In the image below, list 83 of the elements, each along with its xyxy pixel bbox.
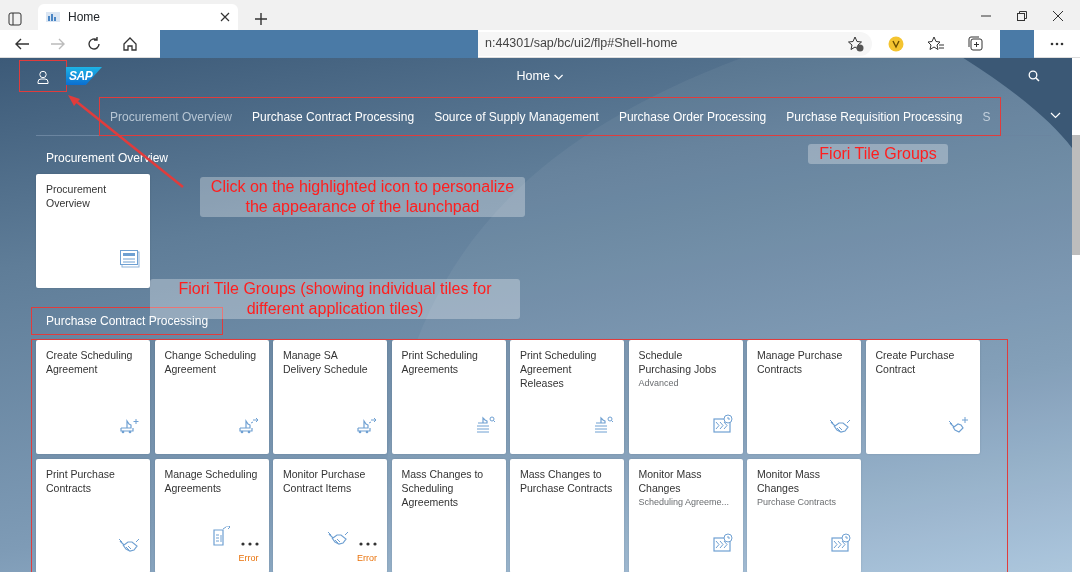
more-icon[interactable] [240,541,259,546]
tile-title: Manage Purchase Contracts [757,348,844,376]
tile-title: Manage SA Delivery Schedule [283,348,369,376]
app-tile[interactable]: Monitor Mass Changes Scheduling Agreeme... [628,459,743,572]
restore-icon[interactable] [1016,10,1028,22]
favorites-icon[interactable] [928,35,944,52]
collections-icon[interactable] [968,35,984,52]
app-tile[interactable]: Manage SA Delivery Schedule [273,340,387,454]
handshake-icon [829,418,851,434]
schedule-icon [712,533,733,553]
close-icon[interactable] [220,12,230,22]
tab-actions-icon[interactable] [8,12,22,26]
chart-icon [46,11,60,23]
tile-title: Print Purchase Contracts [46,467,116,495]
extension-icon[interactable] [888,35,904,52]
schedule-icon [712,414,733,434]
handshake-icon [327,529,349,546]
app-tile[interactable]: Monitor Purchase Contract Items Error [273,459,387,572]
address-field[interactable]: n:44301/sap/bc/ui2/flp#Shell-home [160,31,872,56]
more-icon[interactable] [359,541,377,546]
tile-title: Monitor Purchase Contract Items [283,467,367,495]
tile-subtitle: Advanced [638,377,680,390]
tile-title: Manage Scheduling Agreements [164,467,259,495]
truck-icon [357,418,377,434]
app-tile[interactable]: Print Purchase Contracts [36,459,150,572]
tile-title: Print Scheduling Agreements [401,348,479,376]
logo: SAP [66,67,102,85]
app-tile[interactable]: Monitor Mass Changes Purchase Contracts [747,459,861,572]
truck-plus-icon [120,418,140,434]
app-tile[interactable]: Mass Changes to Purchase Contracts [510,459,624,572]
chevron-down-icon [553,73,564,80]
app-tile[interactable]: Create Scheduling Agreement [36,340,150,454]
more-icon[interactable] [1050,41,1064,46]
tile-title: Procurement Overview [46,182,108,210]
group-tab[interactable]: Purchase Order Processing [608,107,777,126]
profile-block[interactable] [1000,29,1034,58]
truck-list-icon [475,416,496,434]
chevron-down-icon[interactable] [1050,112,1062,119]
home-menu-button[interactable]: Home [510,66,570,87]
app-tile[interactable]: Print Scheduling Agreements [391,340,506,454]
schedule-icon [831,533,851,553]
browser-tab[interactable]: Home [38,4,238,30]
handshake-icon [118,537,140,553]
app-tile[interactable]: Procurement Overview [36,174,150,288]
news-icon [120,250,140,268]
app-tile[interactable]: Change Scheduling Agreement [154,340,269,454]
tile-title: Monitor Mass Changes [757,467,821,495]
app-tile[interactable]: Mass Changes to Scheduling Agreements [391,459,506,572]
group-tab[interactable]: Purchase Contract Processing [242,107,425,126]
tab-title: Home [68,9,101,26]
truck-icon [238,418,259,434]
tile-title: Create Scheduling Agreement [46,348,134,376]
tile-title: Mass Changes to Scheduling Agreements [401,467,485,509]
tile-title: Monitor Mass Changes [638,467,703,495]
tile-title: Print Scheduling Agreement Releases [520,348,598,390]
new-tab-icon[interactable] [254,12,268,26]
url-text: n:44301/sap/bc/ui2/flp#Shell-home [484,35,679,53]
tile-subtitle: Purchase Contracts [757,496,838,509]
app-tile[interactable]: Print Scheduling Agreement Releases [510,340,624,454]
annotation-text: Click on the highlighted icon to personalize the appearance of the launchpad [200,177,525,217]
app-tile[interactable]: Manage Purchase Contracts [747,340,861,454]
group-tab[interactable]: Source of Supply Management [424,107,609,126]
user-icon [37,69,49,84]
truck-list-icon [594,416,614,434]
tile-title: Create Purchase Contract [875,348,956,376]
tile-subtitle: Scheduling Agreeme... [638,496,731,509]
tile-title: Schedule Purchasing Jobs [638,348,718,376]
search-icon[interactable] [1028,70,1040,82]
tile-title: Mass Changes to Purchase Contracts [520,467,614,495]
app-tile[interactable]: Manage Scheduling Agreements Error [154,459,269,572]
group-tab[interactable]: Purchase Requisition Processing [776,107,973,126]
handshake-plus-icon [947,416,970,434]
app-tile[interactable]: Create Purchase Contract [865,340,980,454]
user-button[interactable] [20,61,66,91]
app-tile[interactable]: Schedule Purchasing Jobs Advanced [628,340,743,454]
annotation-text: Fiori Tile Groups [808,144,948,164]
close-icon[interactable] [1052,10,1064,22]
document-icon [212,525,231,546]
favorite-add-icon[interactable] [848,35,864,52]
error-text: Error [237,551,259,565]
error-text: Error [356,551,377,565]
tile-title: Change Scheduling Agreement [164,348,258,376]
scrollbar-thumb[interactable] [1072,135,1080,255]
